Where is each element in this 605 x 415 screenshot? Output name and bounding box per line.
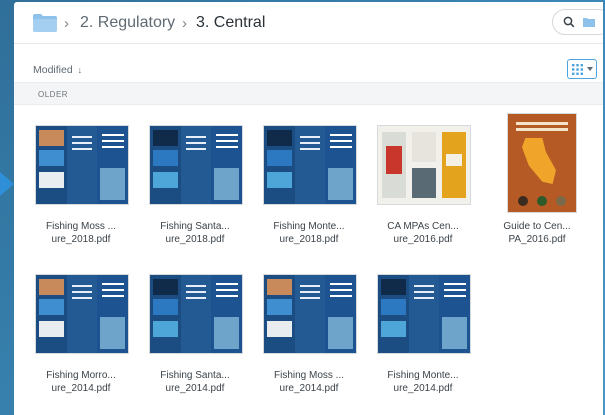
breadcrumb-separator: › bbox=[64, 15, 69, 32]
sort-bar: Modified ↓ bbox=[14, 44, 603, 82]
section-label: OLDER bbox=[38, 90, 69, 99]
breadcrumb-item-regulatory[interactable]: 2. Regulatory bbox=[80, 14, 175, 32]
pdf-thumbnail bbox=[150, 275, 242, 353]
file-tile[interactable]: Fishing Morro... ure_2014.pdf bbox=[26, 275, 136, 410]
file-name-line2: ure_2018.pdf bbox=[165, 234, 225, 245]
file-name-line2: PA_2016.pdf bbox=[508, 234, 566, 245]
search-icon bbox=[563, 16, 575, 28]
file-name: Fishing Santa... ure_2014.pdf bbox=[140, 369, 250, 395]
header-bar: › 2. Regulatory › 3. Central bbox=[14, 2, 603, 44]
sort-modified[interactable]: Modified ↓ bbox=[33, 64, 82, 76]
file-tile[interactable]: Fishing Moss ... ure_2014.pdf bbox=[254, 275, 364, 410]
file-name-line1: Fishing Moss ... bbox=[273, 370, 345, 381]
file-name: CA MPAs Cen... ure_2016.pdf bbox=[368, 220, 478, 246]
file-tile[interactable]: Fishing Monte... ure_2014.pdf bbox=[368, 275, 478, 410]
file-name: Fishing Moss ... ure_2014.pdf bbox=[254, 369, 364, 395]
file-tile[interactable]: Fishing Monte... ure_2018.pdf bbox=[254, 126, 364, 261]
file-name-line1: Fishing Monte... bbox=[387, 370, 459, 381]
file-name-line1: Fishing Santa... bbox=[160, 221, 230, 232]
sort-label: Modified bbox=[33, 64, 73, 76]
pdf-thumbnail bbox=[378, 275, 470, 353]
section-header-older: OLDER bbox=[14, 82, 603, 105]
pdf-thumbnail bbox=[508, 114, 576, 212]
file-tile[interactable]: CA MPAs Cen... ure_2016.pdf bbox=[368, 126, 478, 261]
file-name-line2: ure_2014.pdf bbox=[279, 383, 339, 394]
file-name: Fishing Morro... ure_2014.pdf bbox=[26, 369, 136, 395]
file-tile[interactable]: Fishing Santa... ure_2014.pdf bbox=[140, 275, 250, 410]
file-name: Fishing Santa... ure_2018.pdf bbox=[140, 220, 250, 246]
pdf-thumbnail bbox=[36, 126, 128, 204]
file-tile[interactable]: Fishing Santa... ure_2018.pdf bbox=[140, 126, 250, 261]
file-name-line1: CA MPAs Cen... bbox=[387, 221, 459, 232]
file-name: Fishing Monte... ure_2018.pdf bbox=[254, 220, 364, 246]
file-name-line2: ure_2014.pdf bbox=[51, 383, 111, 394]
file-name-line2: ure_2014.pdf bbox=[393, 383, 453, 394]
file-name: Fishing Monte... ure_2014.pdf bbox=[368, 369, 478, 395]
pdf-thumbnail bbox=[36, 275, 128, 353]
grid-view-icon bbox=[572, 64, 583, 75]
file-name-line2: ure_2014.pdf bbox=[165, 383, 225, 394]
file-name-line2: ure_2018.pdf bbox=[51, 234, 111, 245]
file-name: Fishing Moss ... ure_2018.pdf bbox=[26, 220, 136, 246]
file-name-line2: ure_2016.pdf bbox=[393, 234, 453, 245]
folder-icon[interactable] bbox=[33, 13, 57, 32]
search-toggle[interactable] bbox=[552, 9, 603, 35]
file-name-line1: Guide to Cen... bbox=[503, 221, 571, 232]
pdf-thumbnail bbox=[264, 126, 356, 204]
file-name-line1: Fishing Santa... bbox=[160, 370, 230, 381]
chevron-down-icon bbox=[587, 67, 593, 71]
breadcrumb-separator: › bbox=[182, 15, 187, 32]
view-toggle-button[interactable] bbox=[567, 59, 597, 79]
breadcrumb-item-central: 3. Central bbox=[196, 14, 266, 31]
file-name-line1: Fishing Moss ... bbox=[45, 221, 117, 232]
file-name: Guide to Cen... PA_2016.pdf bbox=[482, 220, 592, 246]
sort-direction-icon: ↓ bbox=[77, 65, 83, 75]
pdf-thumbnail bbox=[150, 126, 242, 204]
file-tile[interactable]: Guide to Cen... PA_2016.pdf bbox=[482, 114, 592, 249]
pointer-arrow-icon bbox=[0, 172, 14, 196]
folder-small-icon bbox=[583, 18, 595, 27]
pdf-thumbnail bbox=[378, 126, 470, 204]
file-name-line1: Fishing Monte... bbox=[273, 221, 345, 232]
file-name-line2: ure_2018.pdf bbox=[279, 234, 339, 245]
file-tile[interactable]: Fishing Moss ... ure_2018.pdf bbox=[26, 126, 136, 261]
pdf-thumbnail bbox=[264, 275, 356, 353]
file-name-line1: Fishing Morro... bbox=[46, 370, 116, 381]
file-browser-window: › 2. Regulatory › 3. Central Modified ↓ bbox=[14, 2, 603, 415]
